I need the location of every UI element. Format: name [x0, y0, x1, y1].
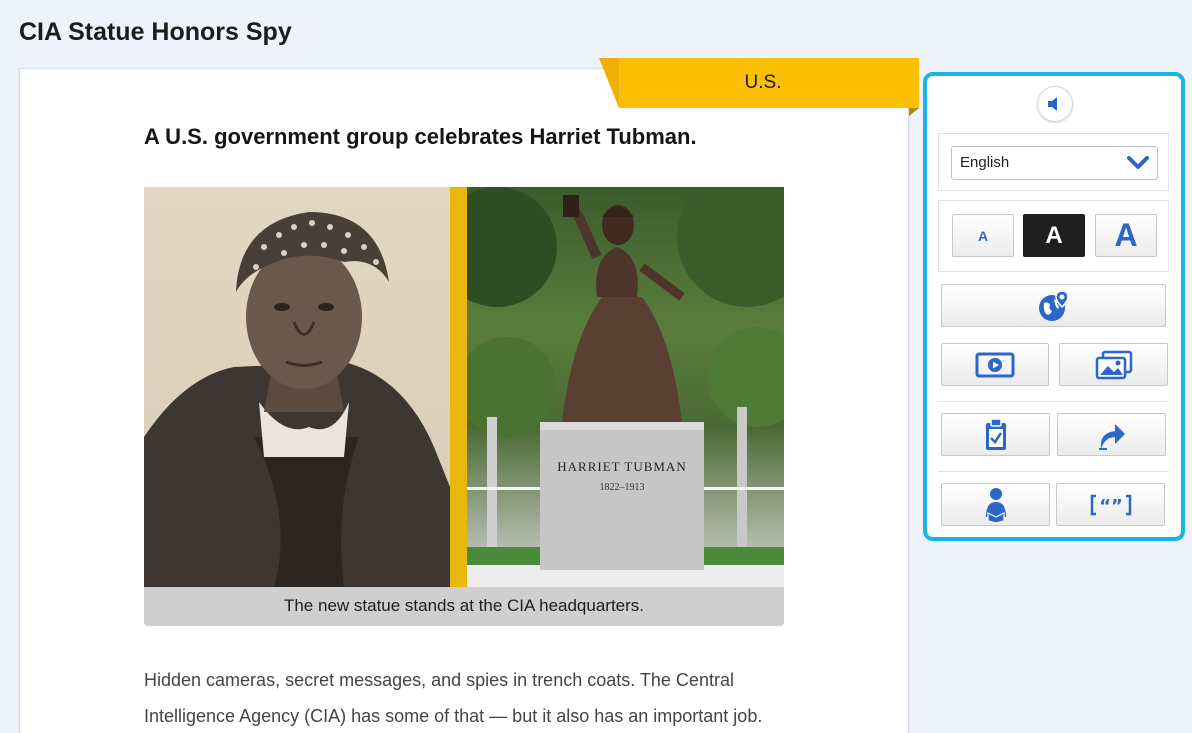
- photo-caption: The new statue stands at the CIA headqua…: [144, 587, 784, 626]
- statue-dates: 1822–1913: [599, 482, 645, 493]
- text-size-large-button[interactable]: A: [1095, 214, 1157, 257]
- photo-divider: [450, 187, 467, 587]
- body-line: Hidden cameras, secret messages, and spi…: [144, 670, 734, 690]
- statue-inscription: HARRIET TUBMAN: [557, 459, 687, 474]
- reader-icon: [985, 487, 1006, 523]
- article-body: Hidden cameras, secret messages, and spi…: [144, 662, 784, 733]
- page-title: CIA Statue Honors Spy: [19, 18, 292, 46]
- text-size-medium-button[interactable]: A: [1023, 214, 1085, 257]
- images-button[interactable]: [1059, 343, 1168, 386]
- globe-location-icon: [1038, 289, 1069, 321]
- chevron-down-icon: [1127, 156, 1149, 169]
- text-size-box: A A A: [938, 200, 1169, 272]
- image-gallery-icon: [1095, 350, 1132, 379]
- map-button[interactable]: [941, 284, 1166, 327]
- article-subtitle: A U.S. government group celebrates Harri…: [144, 124, 697, 149]
- statue-photo: HARRIET TUBMAN 1822–1913: [437, 187, 784, 587]
- quote-brackets-icon: “”: [1090, 494, 1131, 516]
- video-button[interactable]: [941, 343, 1049, 386]
- quiz-button[interactable]: [941, 413, 1050, 456]
- language-box: English: [938, 133, 1169, 191]
- panel-divider: [938, 471, 1169, 472]
- share-button[interactable]: [1057, 413, 1166, 456]
- section-tag-label: U.S.: [744, 72, 782, 93]
- reading-button[interactable]: [941, 483, 1050, 526]
- section-tag[interactable]: U.S.: [599, 58, 919, 116]
- speaker-icon: [1048, 97, 1057, 111]
- portrait-photo: [144, 187, 450, 587]
- video-play-icon: [975, 352, 1015, 377]
- article-photo: HARRIET TUBMAN 1822–1913: [144, 187, 784, 587]
- body-line: Intelligence Agency (CIA) has some of th…: [144, 706, 763, 726]
- share-arrow-icon: [1098, 423, 1125, 450]
- panel-divider: [938, 401, 1169, 402]
- clipboard-check-icon: [985, 417, 1006, 450]
- tool-panel: English A A A “”: [923, 72, 1185, 541]
- language-select[interactable]: English: [951, 146, 1158, 180]
- cite-button[interactable]: “”: [1056, 483, 1165, 526]
- audio-button[interactable]: [1037, 86, 1073, 122]
- svg-text:“”: “”: [1099, 496, 1123, 516]
- language-selected: English: [960, 154, 1010, 171]
- text-size-small-button[interactable]: A: [952, 214, 1014, 257]
